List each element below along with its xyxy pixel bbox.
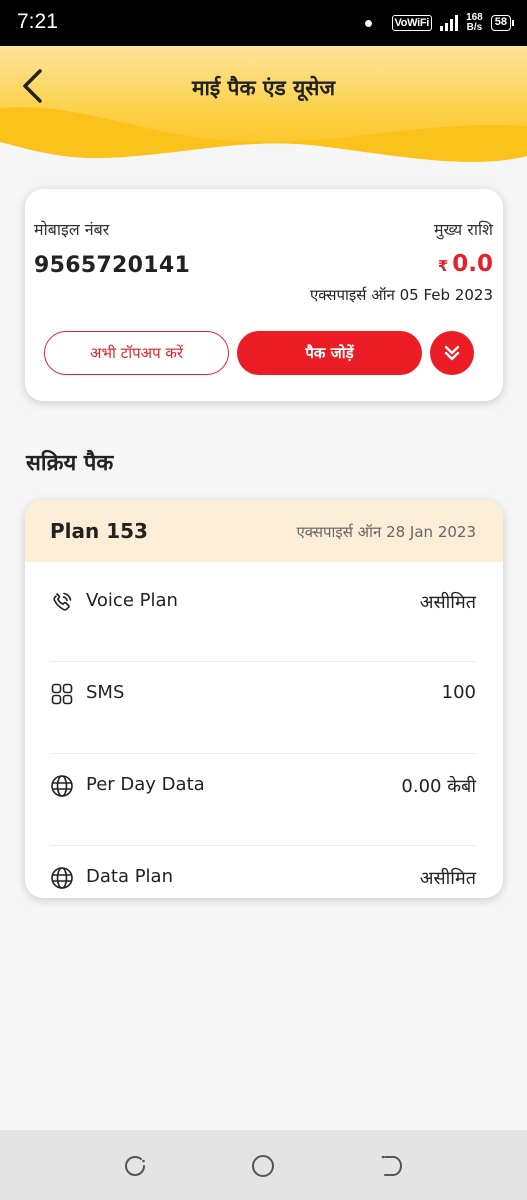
plan-name: Plan 153 bbox=[50, 519, 148, 543]
plan-row-label: SMS bbox=[86, 682, 125, 703]
home-icon[interactable] bbox=[249, 1152, 277, 1180]
expand-button[interactable] bbox=[430, 331, 474, 375]
plan-row-value: 100 bbox=[441, 682, 476, 703]
header-wave-background bbox=[0, 46, 527, 166]
status-time: 7:21 bbox=[17, 10, 58, 33]
main-balance-label: मुख्य राशि bbox=[433, 220, 493, 239]
main-balance: ₹0.0 bbox=[438, 251, 493, 277]
network-speed-unit: B/s bbox=[466, 22, 483, 33]
mobile-number: 9565720141 bbox=[34, 253, 191, 278]
signal-icon bbox=[440, 15, 459, 31]
plan-row-value: असीमित bbox=[419, 592, 476, 613]
plan-expiry: एक्सपाइर्स ऑन 28 Jan 2023 bbox=[296, 523, 476, 541]
plan-header: Plan 153 एक्सपाइर्स ऑन 28 Jan 2023 bbox=[25, 500, 503, 562]
plan-row-label: Per Day Data bbox=[86, 774, 205, 795]
double-chevron-down-icon bbox=[444, 345, 460, 361]
phone-call-icon bbox=[53, 592, 72, 611]
navigation-bar bbox=[0, 1130, 527, 1200]
plan-row-data-plan: Data Plan असीमित bbox=[50, 846, 476, 898]
topup-now-button[interactable]: अभी टॉपअप करें bbox=[44, 331, 229, 375]
header: माई पैक एंड यूसेज bbox=[0, 46, 527, 166]
plan-row-voice: Voice Plan असीमित bbox=[50, 570, 476, 662]
balance-card: मोबाइल नंबर मुख्य राशि 9565720141 ₹0.0 ए… bbox=[25, 189, 503, 401]
plan-row-label: Data Plan bbox=[86, 866, 173, 887]
battery-icon: 58 bbox=[490, 15, 515, 31]
add-pack-button[interactable]: पैक जोड़ें bbox=[237, 331, 422, 375]
status-bar: 7:21 VoWiFi 168 B/s 58 bbox=[0, 0, 527, 46]
grid-icon bbox=[51, 683, 73, 705]
plan-row-value: 0.00 केबी bbox=[401, 776, 476, 797]
active-packs-title: सक्रिय पैक bbox=[26, 451, 114, 476]
plan-row-sms: SMS 100 bbox=[50, 662, 476, 754]
currency-symbol: ₹ bbox=[437, 257, 449, 275]
page-title: माई पैक एंड यूसेज bbox=[191, 76, 336, 100]
notification-dot-icon bbox=[364, 19, 372, 27]
plan-row-value: असीमित bbox=[419, 868, 476, 889]
plan-row-per-day-data: Per Day Data 0.00 केबी bbox=[50, 754, 476, 846]
plan-card[interactable]: Plan 153 एक्सपाइर्स ऑन 28 Jan 2023 Voice… bbox=[25, 500, 503, 898]
globe-icon bbox=[51, 775, 73, 797]
status-icons: VoWiFi 168 B/s 58 bbox=[364, 10, 515, 36]
globe-icon bbox=[51, 867, 73, 889]
balance-amount: 0.0 bbox=[452, 251, 493, 277]
mobile-number-label: मोबाइल नंबर bbox=[34, 220, 110, 239]
balance-expiry: एक्सपाइर्स ऑन 05 Feb 2023 bbox=[310, 286, 493, 304]
back-icon[interactable] bbox=[377, 1152, 405, 1180]
vowifi-icon: VoWiFi bbox=[391, 15, 433, 31]
recent-apps-icon[interactable] bbox=[121, 1152, 149, 1180]
plan-row-label: Voice Plan bbox=[86, 590, 178, 611]
network-speed: 168 B/s bbox=[466, 13, 483, 33]
